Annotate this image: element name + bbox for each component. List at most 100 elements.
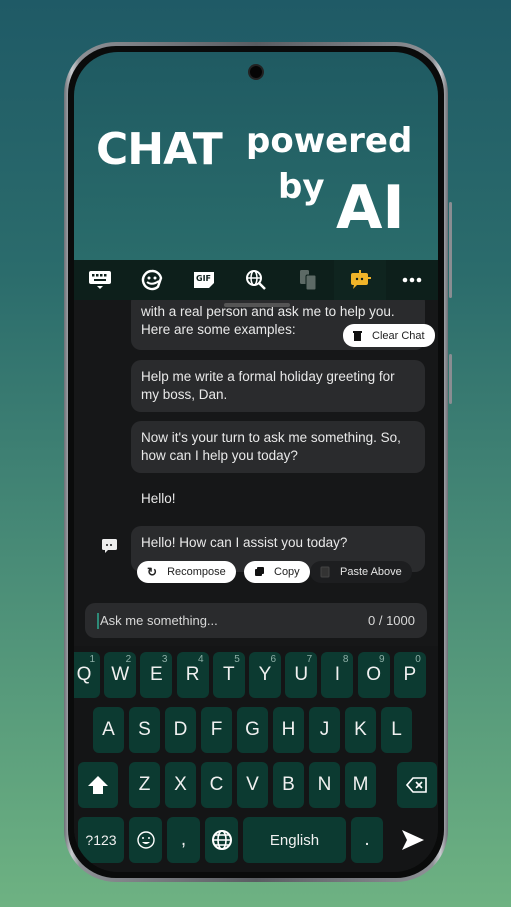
drag-handle[interactable]: [224, 303, 290, 307]
key-z[interactable]: Z: [129, 762, 160, 808]
key-g[interactable]: G: [237, 707, 268, 753]
copy-icon: [255, 567, 264, 576]
volume-button: [449, 202, 452, 298]
symbols-key[interactable]: ?123: [78, 817, 124, 863]
key-s[interactable]: S: [129, 707, 160, 753]
key-m[interactable]: M: [345, 762, 376, 808]
recompose-button[interactable]: ↻ Recompose: [137, 561, 236, 583]
text-caret: [97, 612, 99, 629]
key-hint: 6: [270, 654, 276, 665]
more-icon: [402, 277, 422, 283]
clipboard-icon: [300, 270, 317, 291]
paste-above-button[interactable]: Paste Above: [310, 561, 412, 583]
refresh-icon: ↻: [147, 565, 158, 579]
key-label: P: [403, 664, 417, 685]
copy-label: Copy: [274, 566, 300, 578]
key-b[interactable]: B: [273, 762, 304, 808]
send-key[interactable]: [388, 817, 438, 863]
backspace-key[interactable]: [397, 762, 437, 808]
key-label: W: [111, 664, 130, 685]
key-y[interactable]: 6Y: [249, 652, 281, 698]
globe-icon: [211, 830, 232, 850]
toolbar-sticker-button[interactable]: [126, 260, 178, 300]
keyboard-row-4: ?123 , English .: [74, 817, 438, 863]
paste-icon: [320, 566, 330, 578]
key-t[interactable]: 5T: [212, 652, 245, 698]
recompose-label: Recompose: [167, 566, 226, 578]
keyboard-row-2: ASDFGHJKL: [74, 707, 438, 753]
camera-icon: [248, 64, 264, 80]
key-label: Y: [258, 664, 272, 685]
send-icon: [402, 830, 424, 850]
toolbar-ai-chat-button[interactable]: [334, 260, 386, 300]
ai-message: Now it's your turn to ask me something. …: [131, 421, 425, 473]
ask-input[interactable]: Ask me something... 0 / 1000: [85, 603, 427, 638]
toolbar-clipboard-button[interactable]: [282, 260, 334, 300]
ask-input-placeholder: Ask me something...: [100, 613, 218, 628]
char-counter: 0 / 1000: [368, 613, 415, 628]
clear-chat-button[interactable]: Clear Chat: [343, 324, 435, 347]
key-e[interactable]: 3E: [140, 652, 173, 698]
key-d[interactable]: D: [165, 707, 196, 753]
key-f[interactable]: F: [201, 707, 232, 753]
key-c[interactable]: C: [201, 762, 232, 808]
key-hint: 8: [342, 654, 349, 665]
toolbar-gif-button[interactable]: GIF: [178, 260, 230, 300]
hero-ai: AI: [336, 173, 405, 243]
key-hint: 4: [198, 654, 204, 665]
copy-button[interactable]: Copy: [244, 561, 310, 583]
key-label: O: [366, 664, 381, 685]
key-x[interactable]: X: [165, 762, 196, 808]
key-label: I: [334, 664, 341, 685]
key-label: Q: [76, 664, 92, 685]
key-n[interactable]: N: [309, 762, 340, 808]
key-h[interactable]: H: [273, 707, 304, 753]
phone-frame: CHAT powered by AI GIF with a real perso…: [64, 42, 452, 882]
key-w[interactable]: 2W: [104, 652, 137, 698]
screen: CHAT powered by AI GIF with a real perso…: [74, 52, 438, 872]
key-hint: 3: [161, 654, 168, 665]
key-l[interactable]: L: [381, 707, 412, 753]
ai-chat-icon: [351, 270, 371, 289]
emoji-icon: [136, 831, 155, 849]
toolbar-keyboard-button[interactable]: [74, 260, 126, 300]
key-a[interactable]: A: [93, 707, 124, 753]
key-r[interactable]: 4R: [176, 652, 209, 698]
key-u[interactable]: 7U: [285, 652, 318, 698]
trash-icon: [353, 331, 362, 341]
key-hint: 0: [415, 654, 421, 665]
key-k[interactable]: K: [345, 707, 376, 753]
hero-by: by: [278, 167, 325, 207]
shift-key[interactable]: [78, 762, 118, 808]
hero-chat: CHAT: [96, 124, 223, 175]
comma-key[interactable]: ,: [167, 817, 200, 863]
key-o[interactable]: 9O: [357, 652, 390, 698]
period-key[interactable]: .: [351, 817, 383, 863]
ai-message[interactable]: Help me write a formal holiday greeting …: [131, 360, 425, 412]
key-hint: 9: [379, 654, 385, 665]
keyboard-row-1: 1Q2W3E4R5T6Y7U8I9O0P: [74, 652, 438, 698]
key-v[interactable]: V: [237, 762, 268, 808]
power-button: [449, 354, 452, 404]
chat-area[interactable]: with a real person and ask me to help yo…: [74, 300, 438, 600]
space-key[interactable]: English: [243, 817, 346, 863]
paste-above-label: Paste Above: [340, 566, 402, 578]
gif-icon: GIF: [194, 272, 214, 288]
sticker-icon: [141, 269, 163, 291]
web-search-icon: [246, 270, 266, 290]
key-p[interactable]: 0P: [393, 652, 426, 698]
language-key[interactable]: [205, 817, 238, 863]
key-j[interactable]: J: [309, 707, 340, 753]
key-i[interactable]: 8I: [321, 652, 354, 698]
key-label: U: [294, 664, 309, 685]
key-label: R: [185, 664, 200, 685]
clear-chat-label: Clear Chat: [372, 329, 425, 342]
key-label: E: [150, 664, 163, 685]
emoji-key[interactable]: [129, 817, 162, 863]
toolbar-more-button[interactable]: [386, 260, 438, 300]
toolbar-search-button[interactable]: [230, 260, 282, 300]
key-q[interactable]: 1Q: [74, 652, 100, 698]
key-label: T: [222, 664, 235, 685]
key-hint: 1: [89, 654, 95, 665]
svg-text:GIF: GIF: [196, 274, 211, 283]
